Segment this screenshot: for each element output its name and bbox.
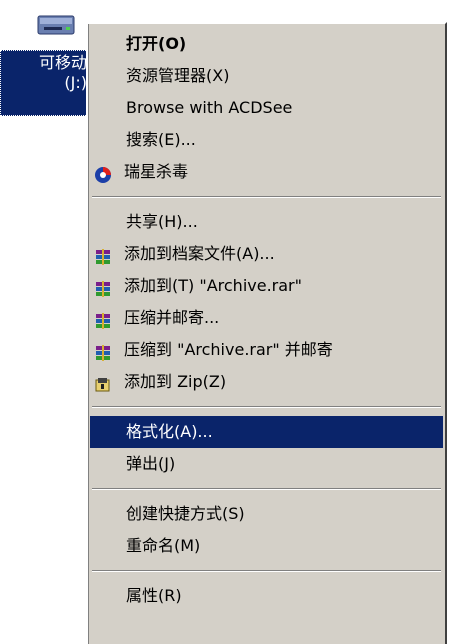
menu-item-open[interactable]: 打开(O) — [90, 28, 443, 60]
menu-item-add-to-zip-label: 添加到 Zip(Z) — [124, 372, 227, 391]
drive-label-name: 可移动 — [38, 53, 87, 72]
winrar-icon — [94, 309, 112, 329]
menu-item-explorer[interactable]: 资源管理器(X) — [90, 60, 443, 92]
menu-item-eject[interactable]: 弹出(J) — [90, 448, 443, 480]
menu-item-explorer-label: 资源管理器(X) — [126, 66, 230, 85]
menu-item-search[interactable]: 搜索(E)... — [90, 124, 443, 156]
menu-item-search-label: 搜索(E)... — [126, 130, 196, 149]
winrar-icon — [94, 277, 112, 297]
menu-item-compress-email-label: 压缩并邮寄... — [124, 308, 220, 327]
menu-item-add-to-zip[interactable]: 添加到 Zip(Z) — [90, 366, 443, 398]
menu-item-rising-antivirus[interactable]: 瑞星杀毒 — [90, 156, 443, 188]
menu-separator — [92, 570, 441, 572]
menu-item-create-shortcut[interactable]: 创建快捷方式(S) — [90, 498, 443, 530]
menu-item-browse-acdsee[interactable]: Browse with ACDSee — [90, 92, 443, 124]
menu-item-share[interactable]: 共享(H)... — [90, 206, 443, 238]
drive-label-letter: (J:) — [64, 73, 87, 92]
menu-separator — [92, 488, 441, 490]
menu-item-format[interactable]: 格式化(A)... — [90, 416, 443, 448]
menu-item-add-to-archive-label: 添加到档案文件(A)... — [124, 244, 275, 263]
context-menu: 打开(O) 资源管理器(X) Browse with ACDSee 搜索(E).… — [86, 22, 447, 644]
menu-separator — [92, 406, 441, 408]
menu-item-create-shortcut-label: 创建快捷方式(S) — [126, 504, 245, 523]
winrar-icon — [94, 245, 112, 265]
menu-separator — [92, 196, 441, 198]
winzip-icon — [94, 373, 112, 392]
drive-label[interactable]: 可移动 (J:) — [0, 50, 92, 116]
menu-item-eject-label: 弹出(J) — [126, 454, 176, 473]
menu-item-compress-rar-email-label: 压缩到 "Archive.rar" 并邮寄 — [124, 340, 333, 359]
menu-item-share-label: 共享(H)... — [126, 212, 198, 231]
menu-item-compress-email[interactable]: 压缩并邮寄... — [90, 302, 443, 334]
menu-item-rising-antivirus-label: 瑞星杀毒 — [124, 162, 189, 181]
menu-item-add-to-archive-rar[interactable]: 添加到(T) "Archive.rar" — [90, 270, 443, 302]
removable-drive-icon[interactable] — [36, 10, 76, 40]
menu-item-rename[interactable]: 重命名(M) — [90, 530, 443, 562]
menu-item-rename-label: 重命名(M) — [126, 536, 201, 555]
menu-item-properties-label: 属性(R) — [126, 586, 182, 605]
menu-item-browse-acdsee-label: Browse with ACDSee — [126, 98, 293, 117]
menu-item-properties[interactable]: 属性(R) — [90, 580, 443, 612]
winrar-icon — [94, 341, 112, 361]
menu-item-open-label: 打开(O) — [126, 34, 187, 53]
menu-item-compress-rar-email[interactable]: 压缩到 "Archive.rar" 并邮寄 — [90, 334, 443, 366]
menu-item-format-label: 格式化(A)... — [126, 422, 213, 441]
menu-item-add-to-archive[interactable]: 添加到档案文件(A)... — [90, 238, 443, 270]
menu-item-add-to-archive-rar-label: 添加到(T) "Archive.rar" — [124, 276, 302, 295]
rising-antivirus-icon — [94, 163, 112, 183]
